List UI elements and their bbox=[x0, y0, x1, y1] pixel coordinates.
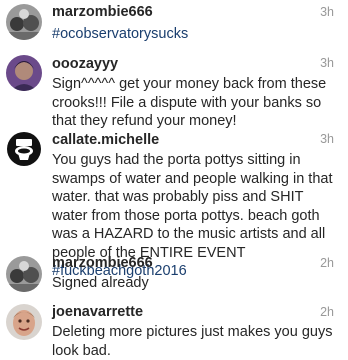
comment-body: Deleting more pictures just makes you gu… bbox=[52, 324, 333, 359]
comment-body: You guys had the porta pottys sitting in… bbox=[52, 152, 333, 261]
hashtag-link[interactable]: #ocobservatorysucks bbox=[52, 26, 188, 42]
face-avatar-icon bbox=[6, 304, 42, 340]
comment-username[interactable]: marzombie666 bbox=[52, 4, 153, 20]
comment-username[interactable]: callate.michelle bbox=[52, 132, 159, 148]
comment-text: Signed already bbox=[52, 274, 334, 293]
user-avatar[interactable] bbox=[6, 4, 42, 40]
zombie-avatar-icon bbox=[6, 4, 42, 40]
user-avatar[interactable] bbox=[6, 131, 42, 167]
comment-time: 3h bbox=[320, 56, 334, 70]
purple-avatar-icon bbox=[6, 55, 42, 91]
comment-username[interactable]: joenavarrette bbox=[52, 304, 143, 320]
comment-time: 3h bbox=[320, 132, 334, 146]
comment-body: Signed already bbox=[52, 275, 149, 291]
comment-time: 3h bbox=[320, 5, 334, 19]
user-avatar[interactable] bbox=[6, 55, 42, 91]
comment-time: 2h bbox=[320, 305, 334, 319]
comment-username[interactable]: marzombie666 bbox=[52, 255, 153, 271]
user-avatar[interactable] bbox=[6, 256, 42, 292]
user-avatar[interactable] bbox=[6, 304, 42, 340]
zombie-avatar-icon bbox=[6, 256, 42, 292]
comment-text: Deleting more pictures just makes you gu… bbox=[52, 323, 334, 360]
comment-time: 2h bbox=[320, 256, 334, 270]
comment-username[interactable]: ooozayyy bbox=[52, 56, 118, 72]
comment-text: #ocobservatorysucks bbox=[52, 25, 334, 44]
comment-text: Sign^^^^^ get your money back from these… bbox=[52, 75, 334, 131]
toilet-avatar-icon bbox=[6, 131, 42, 167]
comment-body: Sign^^^^^ get your money back from these… bbox=[52, 76, 327, 129]
